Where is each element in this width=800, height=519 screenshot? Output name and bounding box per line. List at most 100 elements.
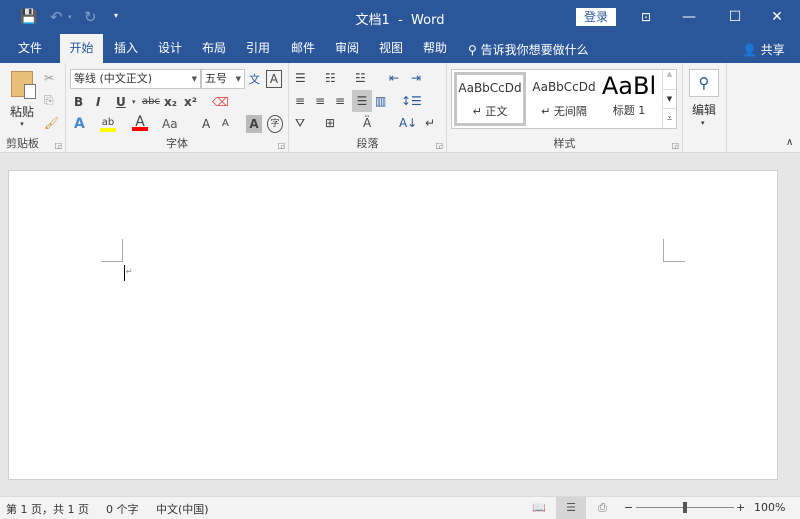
chevron-down-icon: ▼ (235, 75, 241, 83)
style-name: ↵ 无间隔 (541, 105, 587, 118)
tab-help[interactable]: 帮助 (415, 34, 455, 63)
subscript-button[interactable]: x₂ (164, 93, 177, 111)
format-painter-icon[interactable]: 🖌 (44, 114, 59, 132)
login-button[interactable]: 登录 (576, 8, 616, 26)
decrease-indent-icon[interactable]: ⇤ (389, 69, 399, 87)
tab-home[interactable]: 开始 (60, 34, 103, 63)
text-effects-icon[interactable]: A (74, 115, 85, 133)
character-shading-icon[interactable]: A (246, 115, 262, 133)
tab-file[interactable]: 文件 (8, 34, 52, 63)
tab-layout[interactable]: 布局 (194, 34, 234, 63)
minimize-button[interactable]: — (666, 0, 712, 34)
paste-dropdown-icon: ▾ (20, 120, 24, 128)
tell-me-search[interactable]: ⚲ 告诉我你想要做什么 (468, 41, 589, 58)
style-preview: AaBl (601, 72, 657, 100)
enclose-characters-icon[interactable]: 字 (267, 115, 283, 133)
align-right-icon[interactable]: ≡ (335, 92, 345, 110)
redo-icon[interactable]: ↻ (84, 8, 97, 26)
undo-icon[interactable]: ↶ (50, 8, 63, 26)
copy-icon[interactable]: ⎘ (44, 91, 54, 109)
print-layout-icon[interactable]: ☰ (556, 497, 586, 519)
multilevel-list-icon[interactable]: ☳ (355, 69, 366, 87)
strikethrough-button[interactable]: abc (142, 93, 160, 111)
save-icon[interactable]: 💾 (20, 8, 37, 26)
tab-view[interactable]: 视图 (371, 34, 411, 63)
share-button[interactable]: 👤 共享 (742, 41, 785, 58)
italic-button[interactable]: I (96, 93, 100, 111)
font-name-select[interactable]: 等线 (中文正文) ▼ (70, 69, 201, 89)
shrink-font-icon[interactable]: A (222, 115, 229, 133)
show-marks-icon[interactable]: ↵ (425, 114, 435, 132)
ribbon-display-options-icon[interactable]: ⊡ (623, 0, 669, 34)
superscript-button[interactable]: x² (184, 93, 197, 111)
distributed-icon[interactable]: ▥ (375, 92, 386, 110)
bullets-icon[interactable]: ☰ (295, 69, 306, 87)
scroll-up-icon[interactable]: ▲ (662, 70, 676, 89)
font-color-icon[interactable]: A (132, 113, 148, 131)
paragraph-group: ☰ ☷ ☳ ⇤ ⇥ ≡ ≡ ≡ ☰ ▥ ↕☰ ⛛ ⊞ Ä A↓ ↵ 段落 ◲ (289, 63, 447, 153)
style-heading-1[interactable]: AaBl 标题 1 (600, 72, 658, 126)
paste-button[interactable]: 粘贴 ▾ (6, 67, 38, 129)
phonetic-guide-icon[interactable]: 文 (249, 71, 260, 89)
style-normal[interactable]: AaBbCcDd ↵ 正文 (454, 72, 526, 126)
cut-icon[interactable]: ✂ (44, 69, 54, 87)
tab-references[interactable]: 引用 (238, 34, 278, 63)
maximize-button[interactable]: ☐ (712, 0, 758, 34)
borders-icon[interactable]: ⊞ (325, 114, 335, 132)
clipboard-launcher-icon[interactable]: ◲ (54, 141, 62, 150)
line-spacing-icon[interactable]: ↕☰ (401, 92, 422, 110)
font-label: 字体 (166, 137, 188, 150)
asian-layout-icon[interactable]: Ä (363, 114, 371, 132)
status-bar: 第 1 页，共 1 页 0 个字 中文(中国) 📖 ☰ ⎙ − + 100% (0, 496, 800, 519)
language[interactable]: 中文(中国) (156, 501, 209, 517)
styles-launcher-icon[interactable]: ◲ (671, 141, 679, 150)
tell-me-text: 告诉我你想要做什么 (480, 43, 589, 57)
align-center-icon[interactable]: ≡ (315, 92, 325, 110)
character-border-icon[interactable]: A (266, 70, 282, 88)
justify-icon[interactable]: ☰ (352, 90, 372, 112)
chevron-down-icon: ▼ (191, 75, 197, 83)
font-launcher-icon[interactable]: ◲ (277, 141, 285, 150)
undo-dropdown-icon[interactable]: ▾ (68, 8, 72, 26)
zoom-in-button[interactable]: + (736, 501, 745, 514)
customize-quick-access-icon[interactable]: ▾ (114, 7, 118, 25)
sort-icon[interactable]: A↓ (399, 114, 417, 132)
shading-icon[interactable]: ⛛ (295, 114, 305, 132)
more-styles-icon[interactable]: ⩡ (662, 108, 676, 128)
style-no-spacing[interactable]: AaBbCcDd ↵ 无间隔 (528, 72, 600, 126)
text-highlight-icon[interactable]: ab (100, 114, 116, 132)
collapse-ribbon-icon[interactable]: ∧ (786, 137, 793, 148)
zoom-slider-thumb[interactable] (683, 502, 687, 513)
page-count[interactable]: 第 1 页，共 1 页 (6, 501, 89, 517)
align-left-icon[interactable]: ≡ (295, 92, 305, 110)
document-page[interactable]: ↵ (8, 170, 778, 480)
numbering-icon[interactable]: ☷ (325, 69, 336, 87)
tab-insert[interactable]: 插入 (106, 34, 146, 63)
zoom-slider[interactable] (636, 502, 734, 513)
editing-label: 编辑 (692, 103, 717, 117)
paragraph-launcher-icon[interactable]: ◲ (435, 141, 443, 150)
editing-group[interactable]: ⚲ 编辑 ▾ (683, 63, 727, 153)
tab-review[interactable]: 审阅 (327, 34, 367, 63)
tab-mailings[interactable]: 邮件 (283, 34, 323, 63)
change-case-icon[interactable]: Aa (162, 115, 178, 133)
paste-label: 粘贴 (9, 105, 34, 119)
bold-button[interactable]: B (74, 93, 83, 111)
read-mode-icon[interactable]: 📖 (532, 501, 546, 514)
font-size-select[interactable]: 五号 ▼ (201, 69, 245, 89)
close-button[interactable]: ✕ (754, 0, 800, 34)
word-count[interactable]: 0 个字 (106, 501, 139, 517)
zoom-level[interactable]: 100% (754, 501, 785, 514)
underline-dropdown-icon[interactable]: ▾ (132, 93, 136, 111)
underline-button[interactable]: U (116, 93, 126, 111)
zoom-out-button[interactable]: − (624, 501, 633, 514)
clear-formatting-icon[interactable]: ⌫ (212, 93, 229, 111)
text-cursor (124, 265, 125, 281)
ribbon: 粘贴 ▾ ✂ ⎘ 🖌 剪贴板 ◲ 等线 (中文正文) ▼ 五号 ▼ 文 A B I … (0, 63, 800, 153)
web-layout-icon[interactable]: ⎙ (598, 501, 607, 515)
grow-font-icon[interactable]: A (202, 115, 210, 133)
paragraph-mark: ↵ (126, 267, 133, 276)
tab-design[interactable]: 设计 (150, 34, 190, 63)
increase-indent-icon[interactable]: ⇥ (411, 69, 421, 87)
scroll-down-icon[interactable]: ▼ (662, 89, 676, 108)
